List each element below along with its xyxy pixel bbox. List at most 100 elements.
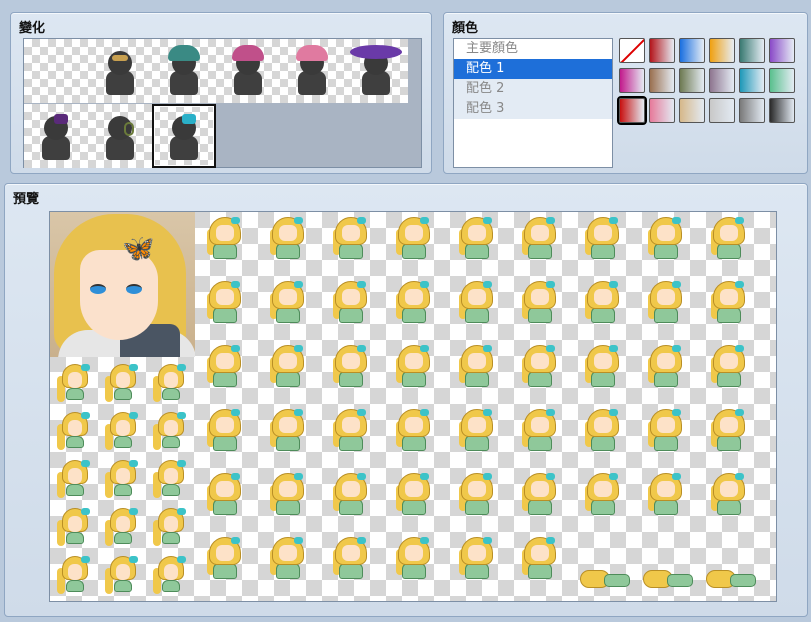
color-swatch-tan[interactable] <box>679 98 705 123</box>
color-swatch-orange[interactable] <box>709 38 735 63</box>
color-swatch-silver[interactable] <box>709 98 735 123</box>
battle-sprite <box>394 407 434 453</box>
color-swatch-charcoal[interactable] <box>769 98 795 123</box>
color-slot-list[interactable]: 主要顏色 配色 1 配色 2 配色 3 <box>453 38 613 168</box>
character-silhouette <box>168 45 200 99</box>
color-swatch-brown[interactable] <box>649 68 675 93</box>
color-slot-1[interactable]: 配色 1 <box>454 59 612 79</box>
battle-sprite <box>331 215 371 261</box>
color-swatch-gray[interactable] <box>739 98 765 123</box>
battle-sprite <box>520 279 560 325</box>
battle-sprite <box>583 407 623 453</box>
battle-sprite <box>205 407 245 453</box>
variation-item-bandana-pink[interactable] <box>216 39 280 103</box>
color-swatch-mint[interactable] <box>769 68 795 93</box>
color-swatch-purple[interactable] <box>769 38 795 63</box>
battle-sprite <box>331 407 371 453</box>
battle-sprite <box>709 343 749 389</box>
walk-sprite <box>103 554 143 600</box>
color-panel: 顏色 主要顏色 配色 1 配色 2 配色 3 <box>443 12 808 174</box>
battle-sprite <box>394 343 434 389</box>
battle-sprite <box>457 407 497 453</box>
color-swatch-crimson-current[interactable] <box>617 96 647 125</box>
color-swatch-magenta[interactable] <box>619 68 645 93</box>
walk-sprite <box>151 362 191 408</box>
variation-item-butterfly-clip[interactable] <box>152 104 216 168</box>
color-swatch-blue[interactable] <box>679 38 705 63</box>
battle-sprite <box>268 343 308 389</box>
variation-item-bird-mask[interactable] <box>88 39 152 103</box>
battle-sprite <box>268 407 308 453</box>
preview-panel: 預覽 🦋 <box>4 183 808 617</box>
walk-sprite <box>151 458 191 504</box>
variation-item-flower-hat-pink[interactable] <box>280 39 344 103</box>
battle-sprite <box>394 471 434 517</box>
character-silhouette <box>350 45 402 99</box>
battle-sprite <box>583 279 623 325</box>
variation-item-witch-hat-teal[interactable] <box>152 39 216 103</box>
battle-sprite <box>394 215 434 261</box>
color-slot-2[interactable]: 配色 2 <box>454 79 612 99</box>
preview-canvas: 🦋 <box>49 211 777 602</box>
walk-sprite <box>103 506 143 552</box>
variation-item-none[interactable] <box>24 39 88 103</box>
color-title: 顏色 <box>452 21 479 36</box>
walk-sprite <box>55 362 95 408</box>
walk-sprite <box>55 506 95 552</box>
battle-sprite <box>331 343 371 389</box>
battle-sprite <box>583 215 623 261</box>
color-swatch-mauve[interactable] <box>709 68 735 93</box>
battle-sprite <box>268 215 308 261</box>
variation-item-headset[interactable] <box>88 104 152 168</box>
collapsed-sprite <box>706 560 758 590</box>
variation-title: 變化 <box>19 21 46 36</box>
battle-sprite <box>457 279 497 325</box>
walk-sprite <box>151 554 191 600</box>
color-swatch-none[interactable] <box>619 38 645 63</box>
battle-sprite <box>394 279 434 325</box>
battle-sprite <box>646 343 686 389</box>
walk-sprite <box>151 506 191 552</box>
battle-sprite <box>583 343 623 389</box>
walk-sprite <box>55 554 95 600</box>
variation-item-wide-hat-purple[interactable] <box>344 39 408 103</box>
character-silhouette <box>296 45 328 99</box>
battle-sprite <box>331 471 371 517</box>
butterfly-icon: 🦋 <box>122 234 155 264</box>
color-swatch-teal[interactable] <box>739 38 765 63</box>
battle-sprite <box>709 279 749 325</box>
variation-item-ribbon-purple[interactable] <box>24 104 88 168</box>
collapsed-sprite <box>580 560 632 590</box>
color-swatch-olive[interactable] <box>679 68 705 93</box>
character-silhouette <box>104 49 136 99</box>
walk-sprite <box>55 410 95 456</box>
character-silhouette <box>104 114 136 164</box>
battle-sprite <box>709 215 749 261</box>
battle-sprite <box>646 471 686 517</box>
color-swatch-red[interactable] <box>649 38 675 63</box>
battle-sprite <box>457 343 497 389</box>
color-slot-main[interactable]: 主要顏色 <box>454 39 612 59</box>
walk-sprite <box>103 410 143 456</box>
color-swatch-pink[interactable] <box>649 98 675 123</box>
walk-sprite <box>103 362 143 408</box>
battle-sprite <box>205 471 245 517</box>
color-slot-3[interactable]: 配色 3 <box>454 99 612 119</box>
battle-sprite <box>457 215 497 261</box>
collapsed-sprite <box>643 560 695 590</box>
walk-sprite <box>55 458 95 504</box>
walk-sprite <box>103 458 143 504</box>
battle-sprite <box>268 279 308 325</box>
battle-sprite <box>457 535 497 581</box>
walk-sprite <box>151 410 191 456</box>
color-swatch-cyan[interactable] <box>739 68 765 93</box>
character-silhouette <box>232 45 264 99</box>
battle-sprite <box>331 535 371 581</box>
battle-sprite <box>268 535 308 581</box>
character-silhouette <box>40 114 72 164</box>
preview-title: 預覽 <box>13 192 40 207</box>
battle-sprite <box>520 471 560 517</box>
battle-sprite <box>268 471 308 517</box>
battle-sprite <box>520 343 560 389</box>
face-portrait: 🦋 <box>50 212 195 357</box>
